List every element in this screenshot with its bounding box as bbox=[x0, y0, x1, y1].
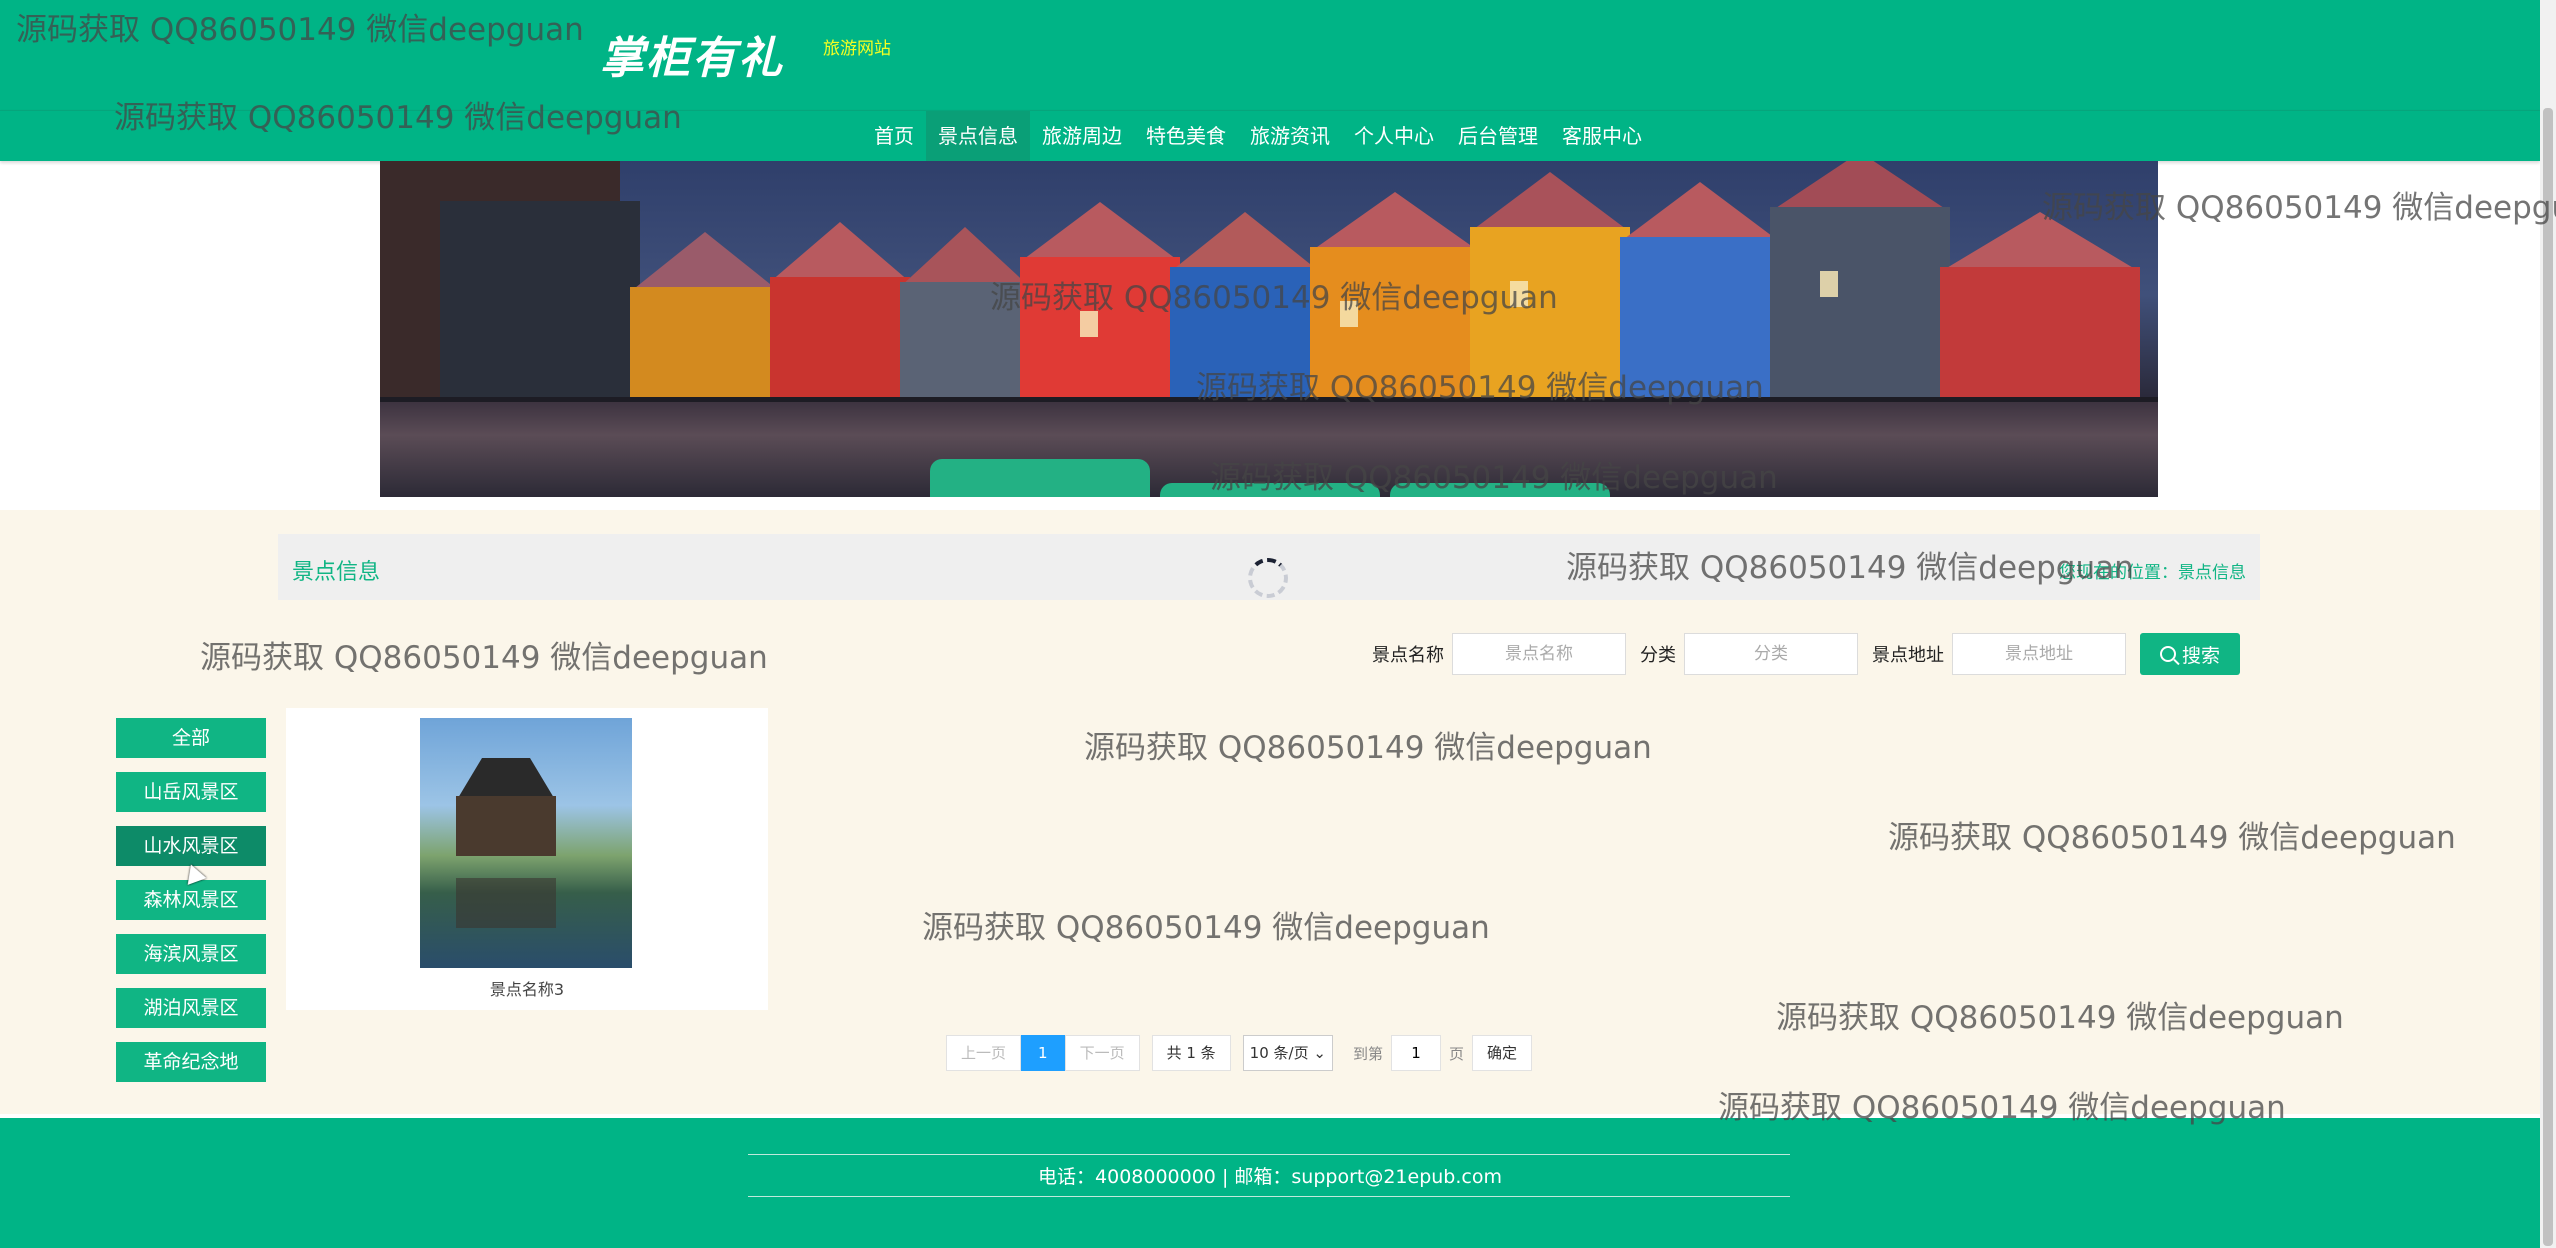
attraction-image[interactable] bbox=[420, 718, 632, 968]
next-page-button[interactable]: 下一页 bbox=[1064, 1035, 1140, 1071]
page-unit-label: 页 bbox=[1448, 1044, 1464, 1063]
breadcrumb-label: 您现在的位置： bbox=[2059, 563, 2178, 583]
search-button[interactable]: 搜索 bbox=[2140, 633, 2240, 675]
page-size-value: 10 条/页 bbox=[1249, 1044, 1309, 1062]
nav-item-customer-service[interactable]: 客服中心 bbox=[1550, 111, 1654, 162]
total-count: 共 1 条 bbox=[1151, 1035, 1231, 1071]
nav-item-home[interactable]: 首页 bbox=[862, 111, 926, 162]
attraction-name[interactable]: 景点名称3 bbox=[286, 976, 768, 1000]
nav-item-admin[interactable]: 后台管理 bbox=[1446, 111, 1550, 162]
footer-contact: 电话：4008000000 | 邮箱：support@21epub.com bbox=[1038, 1166, 1502, 1188]
goto-page-input[interactable]: 1 bbox=[1390, 1035, 1441, 1071]
category-search-input[interactable]: 分类 bbox=[1684, 633, 1858, 675]
category-landscape[interactable]: 山水风景区 bbox=[116, 826, 266, 866]
goto-confirm-button[interactable]: 确定 bbox=[1471, 1035, 1532, 1071]
hero-banner bbox=[380, 161, 2158, 497]
search-button-label: 搜索 bbox=[2181, 644, 2220, 667]
search-icon bbox=[2159, 646, 2176, 662]
nav-item-travel-news[interactable]: 旅游资讯 bbox=[1238, 111, 1342, 162]
site-header: 掌柜有礼 旅游网站 bbox=[0, 0, 2540, 110]
name-search-input[interactable]: 景点名称 bbox=[1452, 633, 1626, 675]
chevron-down-icon: ⌄ bbox=[1313, 1044, 1326, 1062]
category-seaside[interactable]: 海滨风景区 bbox=[116, 934, 266, 974]
scrollbar-thumb[interactable] bbox=[2543, 108, 2553, 1246]
category-all[interactable]: 全部 bbox=[116, 718, 266, 758]
address-label: 景点地址 bbox=[1872, 645, 1944, 666]
category-memorial[interactable]: 革命纪念地 bbox=[116, 1042, 266, 1082]
banner-tab[interactable] bbox=[930, 459, 1150, 497]
name-label: 景点名称 bbox=[1372, 645, 1444, 666]
page-size-select[interactable]: 10 条/页 ⌄ bbox=[1242, 1035, 1333, 1071]
page-title: 景点信息 bbox=[292, 560, 381, 585]
main-nav: 首页 景点信息 旅游周边 特色美食 旅游资讯 个人中心 后台管理 客服中心 bbox=[0, 110, 2540, 162]
nav-item-travel-around[interactable]: 旅游周边 bbox=[1030, 111, 1134, 162]
site-footer: 电话：4008000000 | 邮箱：support@21epub.com bbox=[0, 1118, 2540, 1248]
breadcrumb-location: 您现在的位置：景点信息 bbox=[2059, 558, 2246, 583]
nav-item-attractions[interactable]: 景点信息 bbox=[926, 111, 1030, 162]
site-subtitle: 旅游网站 bbox=[823, 39, 891, 59]
nav-item-local-food[interactable]: 特色美食 bbox=[1134, 111, 1238, 162]
banner-tab[interactable] bbox=[1160, 483, 1380, 497]
footer-divider bbox=[748, 1196, 1790, 1197]
nav-item-personal-center[interactable]: 个人中心 bbox=[1342, 111, 1446, 162]
category-forest[interactable]: 森林风景区 bbox=[116, 880, 266, 920]
breadcrumb-current[interactable]: 景点信息 bbox=[2178, 563, 2246, 583]
site-logo[interactable]: 掌柜有礼 bbox=[600, 22, 784, 86]
pagination: 上一页 1 下一页 共 1 条 10 条/页 ⌄ 到第 1 页 确定 bbox=[946, 1034, 1532, 1072]
category-list: 全部 山岳风景区 山水风景区 森林风景区 海滨风景区 湖泊风景区 革命纪念地 bbox=[116, 718, 268, 1096]
prev-page-button[interactable]: 上一页 bbox=[946, 1035, 1022, 1071]
goto-label: 到第 bbox=[1352, 1044, 1383, 1063]
address-search-input[interactable]: 景点地址 bbox=[1952, 633, 2126, 675]
loading-spinner-icon bbox=[1248, 558, 1288, 598]
page-number-current[interactable]: 1 bbox=[1021, 1035, 1065, 1071]
page-scrollbar[interactable] bbox=[2540, 0, 2556, 1248]
footer-divider bbox=[748, 1154, 1790, 1155]
category-mountain[interactable]: 山岳风景区 bbox=[116, 772, 266, 812]
main-content: 景点信息 您现在的位置：景点信息 景点名称 景点名称 分类 分类 景点地址 景点… bbox=[0, 510, 2540, 1114]
attraction-card[interactable]: 景点名称3 bbox=[286, 708, 768, 1010]
category-lake[interactable]: 湖泊风景区 bbox=[116, 988, 266, 1028]
category-label: 分类 bbox=[1640, 645, 1676, 666]
banner-tab[interactable] bbox=[1390, 483, 1610, 497]
search-bar: 景点名称 景点名称 分类 分类 景点地址 景点地址 搜索 bbox=[1372, 632, 2240, 676]
